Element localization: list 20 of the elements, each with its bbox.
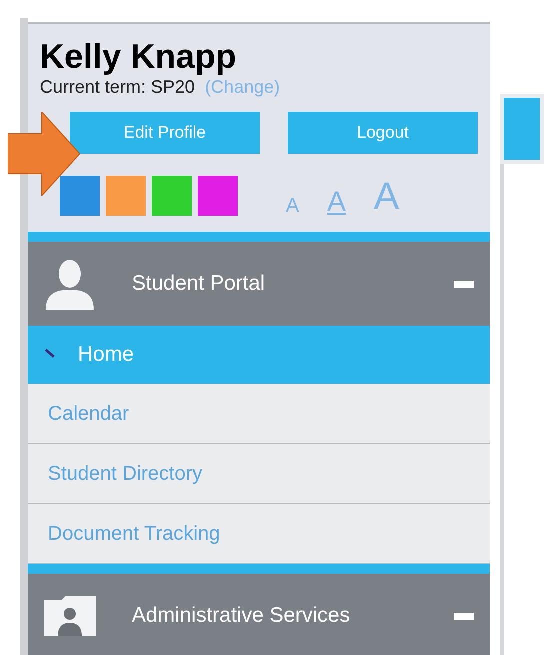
user-name: Kelly Knapp [40, 38, 238, 76]
font-size-button[interactable]: A [374, 178, 400, 216]
section-header[interactable]: Administrative Services [28, 574, 490, 655]
font-size-button[interactable]: A [286, 196, 300, 216]
current-term: Current term: SP20 [40, 76, 196, 98]
nav-item-label: Calendar [48, 402, 130, 426]
font-size-button[interactable]: A [327, 188, 346, 216]
nav-item[interactable]: Student Directory [28, 444, 490, 504]
section-title: Administrative Services [132, 603, 352, 630]
profile-button[interactable]: Edit Profile [70, 112, 260, 154]
nav-item[interactable]: Home [28, 326, 490, 384]
section-title: Student Portal [132, 271, 266, 298]
nav-item-label: Home [78, 342, 134, 368]
nav-item[interactable]: Document Tracking [28, 504, 490, 564]
change-link[interactable]: (Change) [205, 76, 280, 98]
profile-button[interactable]: Logout [288, 112, 478, 154]
nav-item-label: Document Tracking [48, 522, 220, 546]
nav-item-label: Student Directory [48, 462, 203, 486]
section-header[interactable]: Student Portal [28, 242, 490, 326]
nav-item[interactable]: Calendar [28, 384, 490, 444]
